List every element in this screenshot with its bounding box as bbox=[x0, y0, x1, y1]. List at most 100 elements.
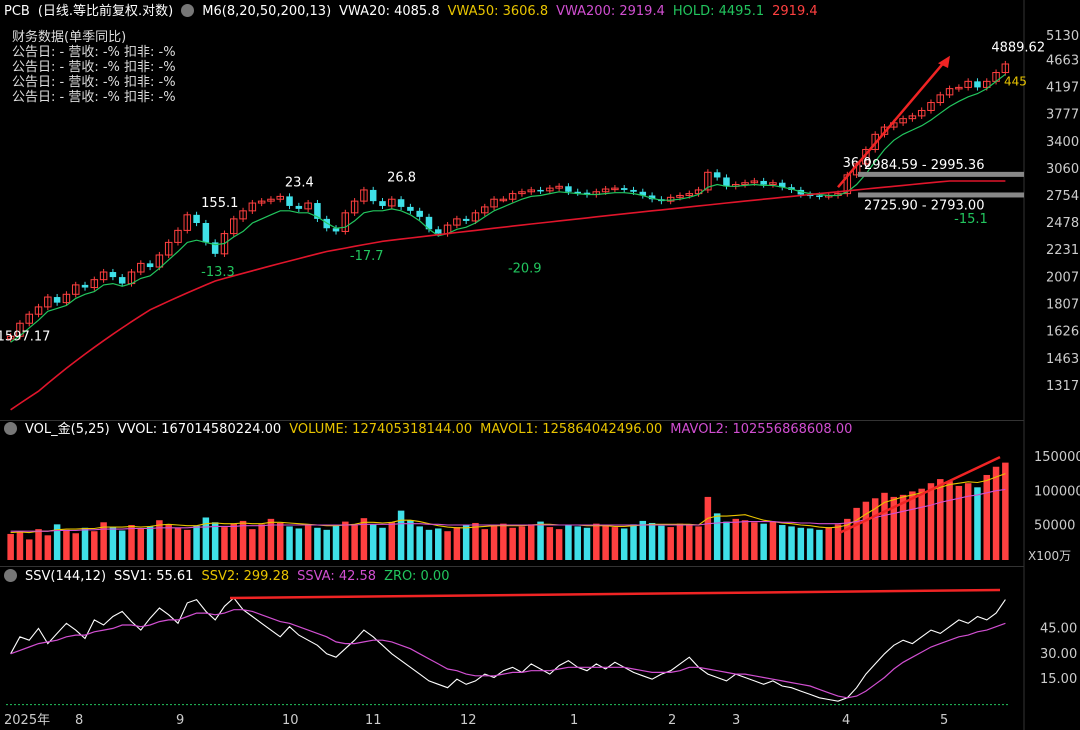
vwa200-label: VWA200: 2919.4 bbox=[556, 4, 665, 19]
vwa20-label: VWA20: 4085.8 bbox=[339, 4, 440, 19]
m6-label[interactable]: M6(8,20,50,200,13) bbox=[202, 4, 331, 19]
volume-bar bbox=[407, 520, 414, 560]
zro-label: ZRO: 0.00 bbox=[384, 569, 450, 584]
price-annotation: 1597.17 bbox=[0, 329, 50, 344]
price-annotation: 4889.62 bbox=[991, 41, 1045, 56]
volume-bar bbox=[25, 539, 33, 560]
price-annotation: 155.1 bbox=[201, 196, 238, 211]
volume-bar bbox=[276, 522, 284, 560]
x-axis-label: 11 bbox=[365, 713, 382, 728]
price-annotation: 23.4 bbox=[285, 176, 314, 191]
range-label: 2725.90 - 2793.00 bbox=[864, 198, 984, 213]
candle-down bbox=[109, 272, 117, 278]
gear-icon[interactable] bbox=[4, 569, 17, 582]
volume-bar bbox=[732, 518, 740, 560]
ssv-name-label[interactable]: SSV(144,12) bbox=[25, 569, 106, 584]
volume-bar bbox=[862, 501, 870, 560]
volume-bar bbox=[221, 527, 228, 560]
gear-icon[interactable] bbox=[181, 4, 195, 17]
price-tick-label: 1317 bbox=[1046, 379, 1079, 394]
ssv-tick-label: 45.00 bbox=[1040, 621, 1077, 636]
price-tick-label: 2231 bbox=[1046, 243, 1079, 258]
volume-bar bbox=[695, 526, 702, 560]
volume-bar bbox=[342, 521, 349, 560]
candle-down bbox=[193, 214, 200, 224]
volume-label: VOLUME: 127405318144.00 bbox=[289, 422, 473, 437]
volume-header: VOL_金(5,25) VVOL: 167014580224.00 VOLUME: … bbox=[4, 420, 860, 440]
volume-bar bbox=[332, 525, 340, 560]
volume-bar bbox=[1002, 462, 1009, 560]
volume-bar bbox=[806, 528, 814, 560]
chart-canvas: 1317 1463 1626 1807 2007 2231 2478 2754 3060 3400… bbox=[0, 0, 1080, 730]
volume-unit-label: X100万 bbox=[1028, 549, 1071, 563]
volume-bar bbox=[853, 507, 860, 560]
volume-bar bbox=[546, 527, 554, 560]
volume-tick-label: 50000 bbox=[1034, 519, 1075, 534]
gear-icon[interactable] bbox=[4, 422, 17, 435]
ssv2-label: SSV2: 299.28 bbox=[201, 569, 290, 584]
volume-bar bbox=[258, 524, 265, 560]
candle-down bbox=[407, 206, 414, 211]
ssva-line bbox=[10, 609, 1006, 699]
candle-down bbox=[81, 284, 89, 288]
volume-bar bbox=[481, 529, 489, 560]
volume-bar bbox=[565, 525, 572, 560]
candle-down bbox=[974, 81, 981, 88]
volume-bar bbox=[751, 522, 758, 560]
price-tick-label: 3400 bbox=[1046, 135, 1079, 150]
volume-bar bbox=[946, 481, 953, 560]
volume-bar bbox=[704, 496, 712, 560]
candle-down bbox=[462, 218, 470, 221]
price-tick-label: 4663 bbox=[1046, 53, 1079, 68]
volume-bar bbox=[453, 527, 461, 560]
financial-data-row: 公告日: - 营收: -% 扣非: -% bbox=[12, 60, 176, 75]
volume-bar bbox=[927, 483, 935, 560]
candle-down bbox=[565, 186, 572, 192]
price-tick-label: 3777 bbox=[1046, 108, 1079, 123]
volume-bar bbox=[500, 523, 507, 560]
volume-bar bbox=[593, 523, 600, 560]
volume-bar bbox=[611, 527, 619, 560]
volume-bar bbox=[537, 521, 544, 560]
candle-down bbox=[118, 277, 126, 284]
volume-bar bbox=[602, 525, 609, 560]
volume-bar bbox=[304, 524, 312, 560]
volume-bar bbox=[788, 526, 795, 560]
volume-bar bbox=[937, 479, 944, 560]
volume-bar bbox=[527, 524, 535, 560]
price-annotation: -15.1 bbox=[954, 212, 988, 227]
volume-bar bbox=[444, 531, 451, 560]
candle-down bbox=[816, 195, 823, 197]
symbol-label[interactable]: PCB bbox=[4, 4, 30, 19]
volume-bar bbox=[769, 521, 777, 560]
volume-bar bbox=[109, 527, 117, 560]
price-tick-label: 2754 bbox=[1046, 189, 1079, 204]
price-tick-label: 4197 bbox=[1046, 81, 1079, 96]
x-axis-label: 5 bbox=[940, 713, 948, 728]
price-tick-label: 1463 bbox=[1046, 352, 1079, 367]
volume-bar bbox=[174, 527, 182, 560]
candle-down bbox=[202, 223, 210, 243]
financial-data-title: 财务数据(单季同比) bbox=[12, 30, 127, 45]
ssva-label: SSVA: 42.58 bbox=[297, 569, 377, 584]
vol-name-label[interactable]: VOL_金(5,25) bbox=[25, 422, 110, 437]
price-header: PCB (日线.等比前复权.对数) M6(8,20,50,200,13) VWA20:… bbox=[4, 2, 826, 22]
price-tick-label: 1807 bbox=[1046, 297, 1079, 312]
volume-bar bbox=[816, 529, 823, 560]
volume-tick-label: 100000 bbox=[1034, 484, 1080, 499]
volume-bar bbox=[211, 522, 219, 560]
volume-bar bbox=[165, 524, 172, 560]
volume-bar bbox=[184, 529, 191, 560]
range-label: 2984.59 - 2995.36 bbox=[864, 158, 984, 173]
x-axis-label: 12 bbox=[460, 713, 477, 728]
ssv-tick-label: 30.00 bbox=[1040, 647, 1077, 662]
volume-bar bbox=[81, 527, 89, 560]
volume-bar bbox=[239, 520, 247, 560]
volume-bar bbox=[351, 525, 358, 560]
ssv-tick-label: 15.00 bbox=[1040, 672, 1077, 687]
price-annotation: -20.9 bbox=[508, 261, 542, 276]
candle-down bbox=[379, 201, 386, 206]
x-axis-label: 10 bbox=[282, 713, 299, 728]
volume-tick-label: 150000 bbox=[1034, 450, 1080, 465]
volume-bar bbox=[983, 474, 991, 560]
